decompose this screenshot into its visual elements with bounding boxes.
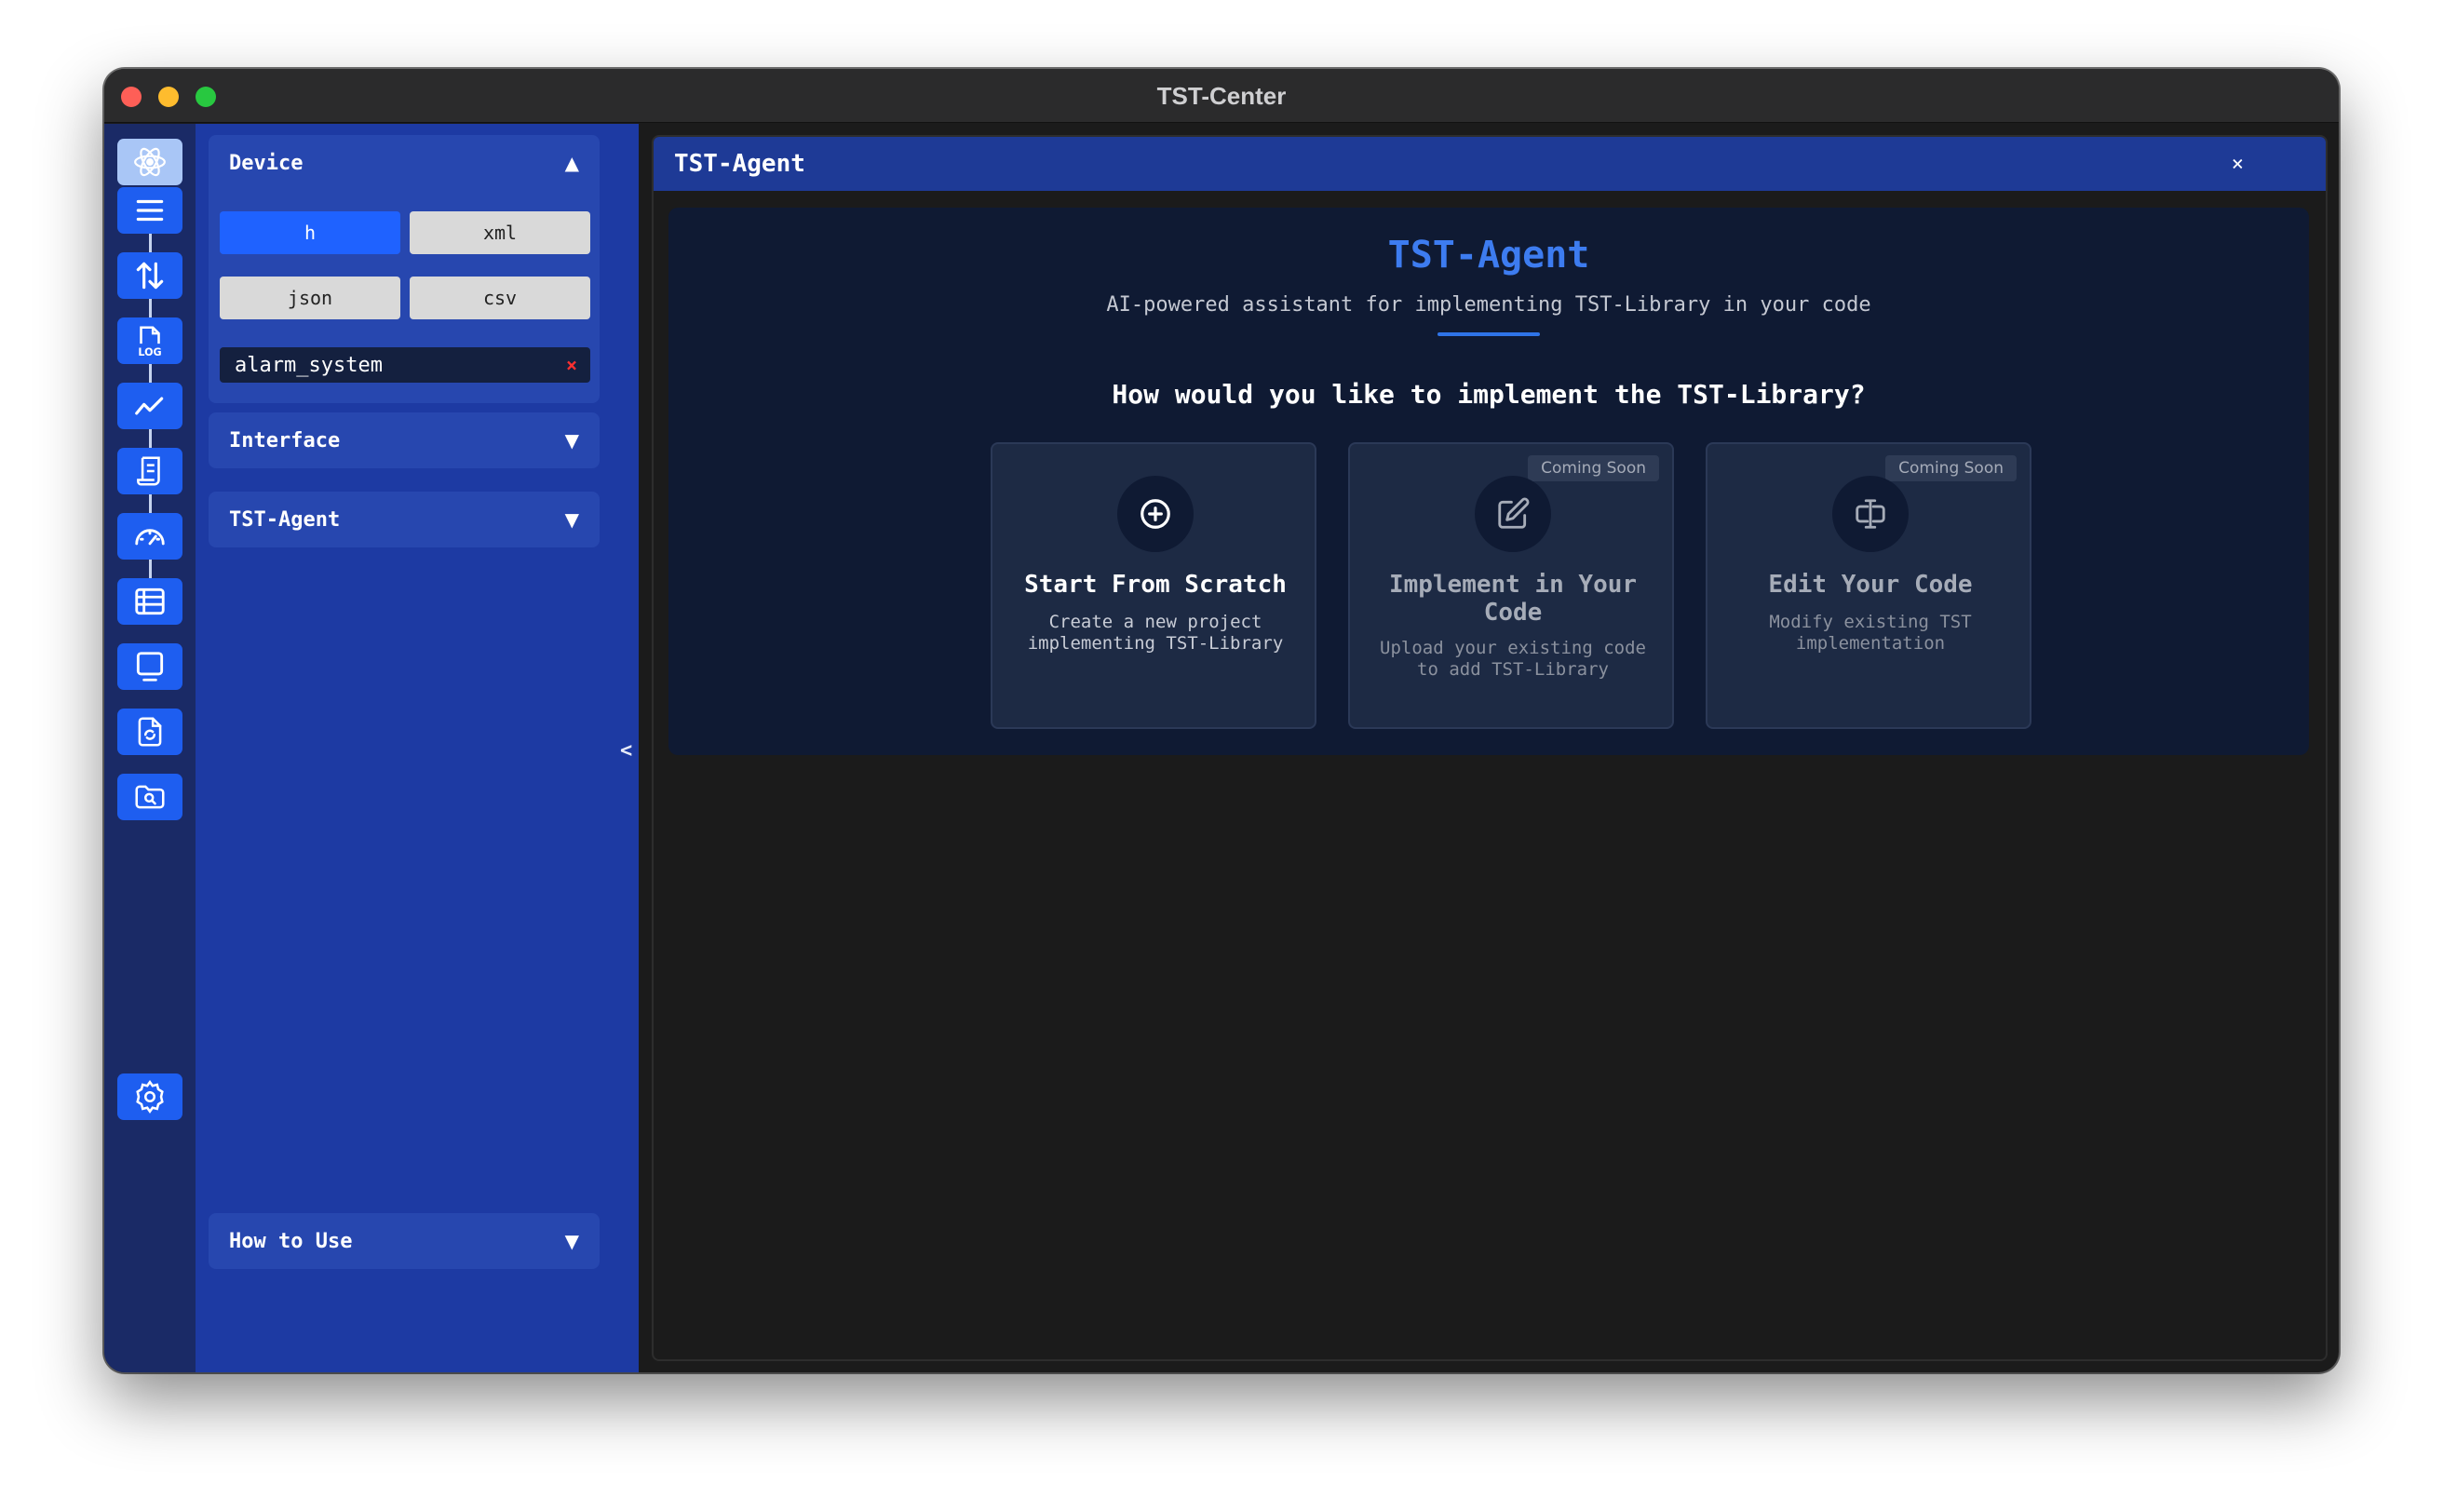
how-to-use-section[interactable]: How to Use ▼ xyxy=(209,1213,600,1269)
rail-chart-button[interactable] xyxy=(117,383,182,429)
rail-connector xyxy=(149,299,152,317)
coming-soon-badge: Coming Soon xyxy=(1528,455,1659,481)
collapse-panel-button[interactable]: < xyxy=(620,739,632,763)
remove-file-icon[interactable]: × xyxy=(566,354,577,376)
device-file-chip: alarm_system × xyxy=(220,347,590,383)
chevron-down-icon: ▼ xyxy=(564,1230,579,1252)
rail-table-button[interactable] xyxy=(117,578,182,625)
rail-connector xyxy=(149,364,152,383)
main-header-title: TST-Agent xyxy=(674,150,805,178)
plus-circle-icon xyxy=(1141,499,1170,529)
folder-search-icon xyxy=(135,785,165,809)
card-description: Upload your existing code to add TST-Lib… xyxy=(1380,638,1646,680)
format-xml-button[interactable]: xml xyxy=(410,211,590,254)
app-window: TST-Center LOG Device ▲ h xml json csv a… xyxy=(104,69,2339,1372)
rail-transfer-button[interactable] xyxy=(117,252,182,299)
card-description: Create a new project implementing TST-Li… xyxy=(1027,612,1284,654)
monitor-icon xyxy=(136,652,164,682)
svg-text:LOG: LOG xyxy=(138,346,161,358)
agent-question: How would you like to implement the TST-… xyxy=(1112,379,1866,410)
rail-log-button[interactable]: LOG xyxy=(117,317,182,364)
edit-your-code-card: Coming Soon Edit Your Code Modify existi… xyxy=(1706,442,2031,729)
chevron-down-icon: ▼ xyxy=(564,429,579,452)
log-icon: LOG xyxy=(138,326,162,358)
script-icon xyxy=(137,456,160,486)
start-from-scratch-card[interactable]: Start From Scratch Create a new project … xyxy=(991,442,1316,729)
rail-settings-button[interactable] xyxy=(117,1073,182,1120)
device-file-name: alarm_system xyxy=(235,353,383,377)
device-section: Device ▲ h xml json csv alarm_system × xyxy=(209,135,600,403)
table-icon xyxy=(135,587,165,615)
menu-icon xyxy=(136,199,164,222)
device-section-header[interactable]: Device ▲ xyxy=(209,135,600,191)
agent-title: TST-Agent xyxy=(1387,234,1590,277)
agent-subtitle: AI-powered assistant for implementing TS… xyxy=(1106,293,1871,317)
gauge-icon xyxy=(135,529,165,546)
icon-rail: LOG xyxy=(104,124,196,1372)
rail-gauge-button[interactable] xyxy=(117,513,182,560)
settings-icon xyxy=(136,1079,164,1114)
interface-section[interactable]: Interface ▼ xyxy=(209,412,600,468)
chart-icon xyxy=(135,397,164,415)
format-csv-button[interactable]: csv xyxy=(410,277,590,319)
main-header: TST-Agent × xyxy=(654,137,2326,191)
chevron-up-icon: ▲ xyxy=(564,152,579,174)
card-icon-circle xyxy=(1832,476,1909,552)
card-icon-circle xyxy=(1475,476,1551,552)
coming-soon-badge: Coming Soon xyxy=(1885,455,2017,481)
agent-section-title: TST-Agent xyxy=(229,507,341,532)
card-title: Edit Your Code xyxy=(1768,571,1973,599)
card-title: Implement in Your Code xyxy=(1388,571,1638,627)
rail-script-button[interactable] xyxy=(117,448,182,494)
how-to-use-section-title: How to Use xyxy=(229,1229,353,1253)
rail-folder-search-button[interactable] xyxy=(117,774,182,820)
rail-logo[interactable] xyxy=(117,139,182,185)
file-sync-icon xyxy=(138,717,162,747)
card-icon-circle xyxy=(1117,476,1194,552)
interface-section-header[interactable]: Interface ▼ xyxy=(209,412,600,468)
rail-connector xyxy=(149,234,152,252)
rail-connector xyxy=(149,429,152,448)
rail-connector xyxy=(149,560,152,578)
title-underline xyxy=(1437,332,1540,336)
main-pane: TST-Agent × TST-Agent AI-powered assista… xyxy=(652,135,2328,1361)
agent-section-header[interactable]: TST-Agent ▼ xyxy=(209,492,600,547)
rail-monitor-button[interactable] xyxy=(117,643,182,690)
edit-icon xyxy=(1498,497,1530,529)
device-section-title: Device xyxy=(229,151,304,175)
title-bar: TST-Center xyxy=(104,69,2339,123)
rail-connector xyxy=(149,494,152,513)
close-tab-icon[interactable]: × xyxy=(2232,153,2309,176)
rail-file-sync-button[interactable] xyxy=(117,709,182,755)
agent-section[interactable]: TST-Agent ▼ xyxy=(209,492,600,547)
card-description: Modify existing TST implementation xyxy=(1769,612,1972,654)
format-h-button[interactable]: h xyxy=(220,211,400,254)
format-json-button[interactable]: json xyxy=(220,277,400,319)
chevron-down-icon: ▼ xyxy=(564,508,579,531)
atom-icon xyxy=(134,147,166,177)
agent-panel: TST-Agent AI-powered assistant for imple… xyxy=(668,208,2309,755)
window-title: TST-Center xyxy=(1156,82,1287,110)
interface-section-title: Interface xyxy=(229,428,341,452)
side-panel: Device ▲ h xml json csv alarm_system × I… xyxy=(196,124,639,1372)
card-title: Start From Scratch xyxy=(1024,571,1287,599)
rail-menu-button[interactable] xyxy=(117,187,182,234)
implement-in-your-code-card: Coming Soon Implement in Your Code Uploa… xyxy=(1348,442,1674,729)
transfer-icon xyxy=(136,262,164,290)
how-to-use-section-header[interactable]: How to Use ▼ xyxy=(209,1213,600,1269)
text-cursor-icon xyxy=(1856,499,1885,529)
